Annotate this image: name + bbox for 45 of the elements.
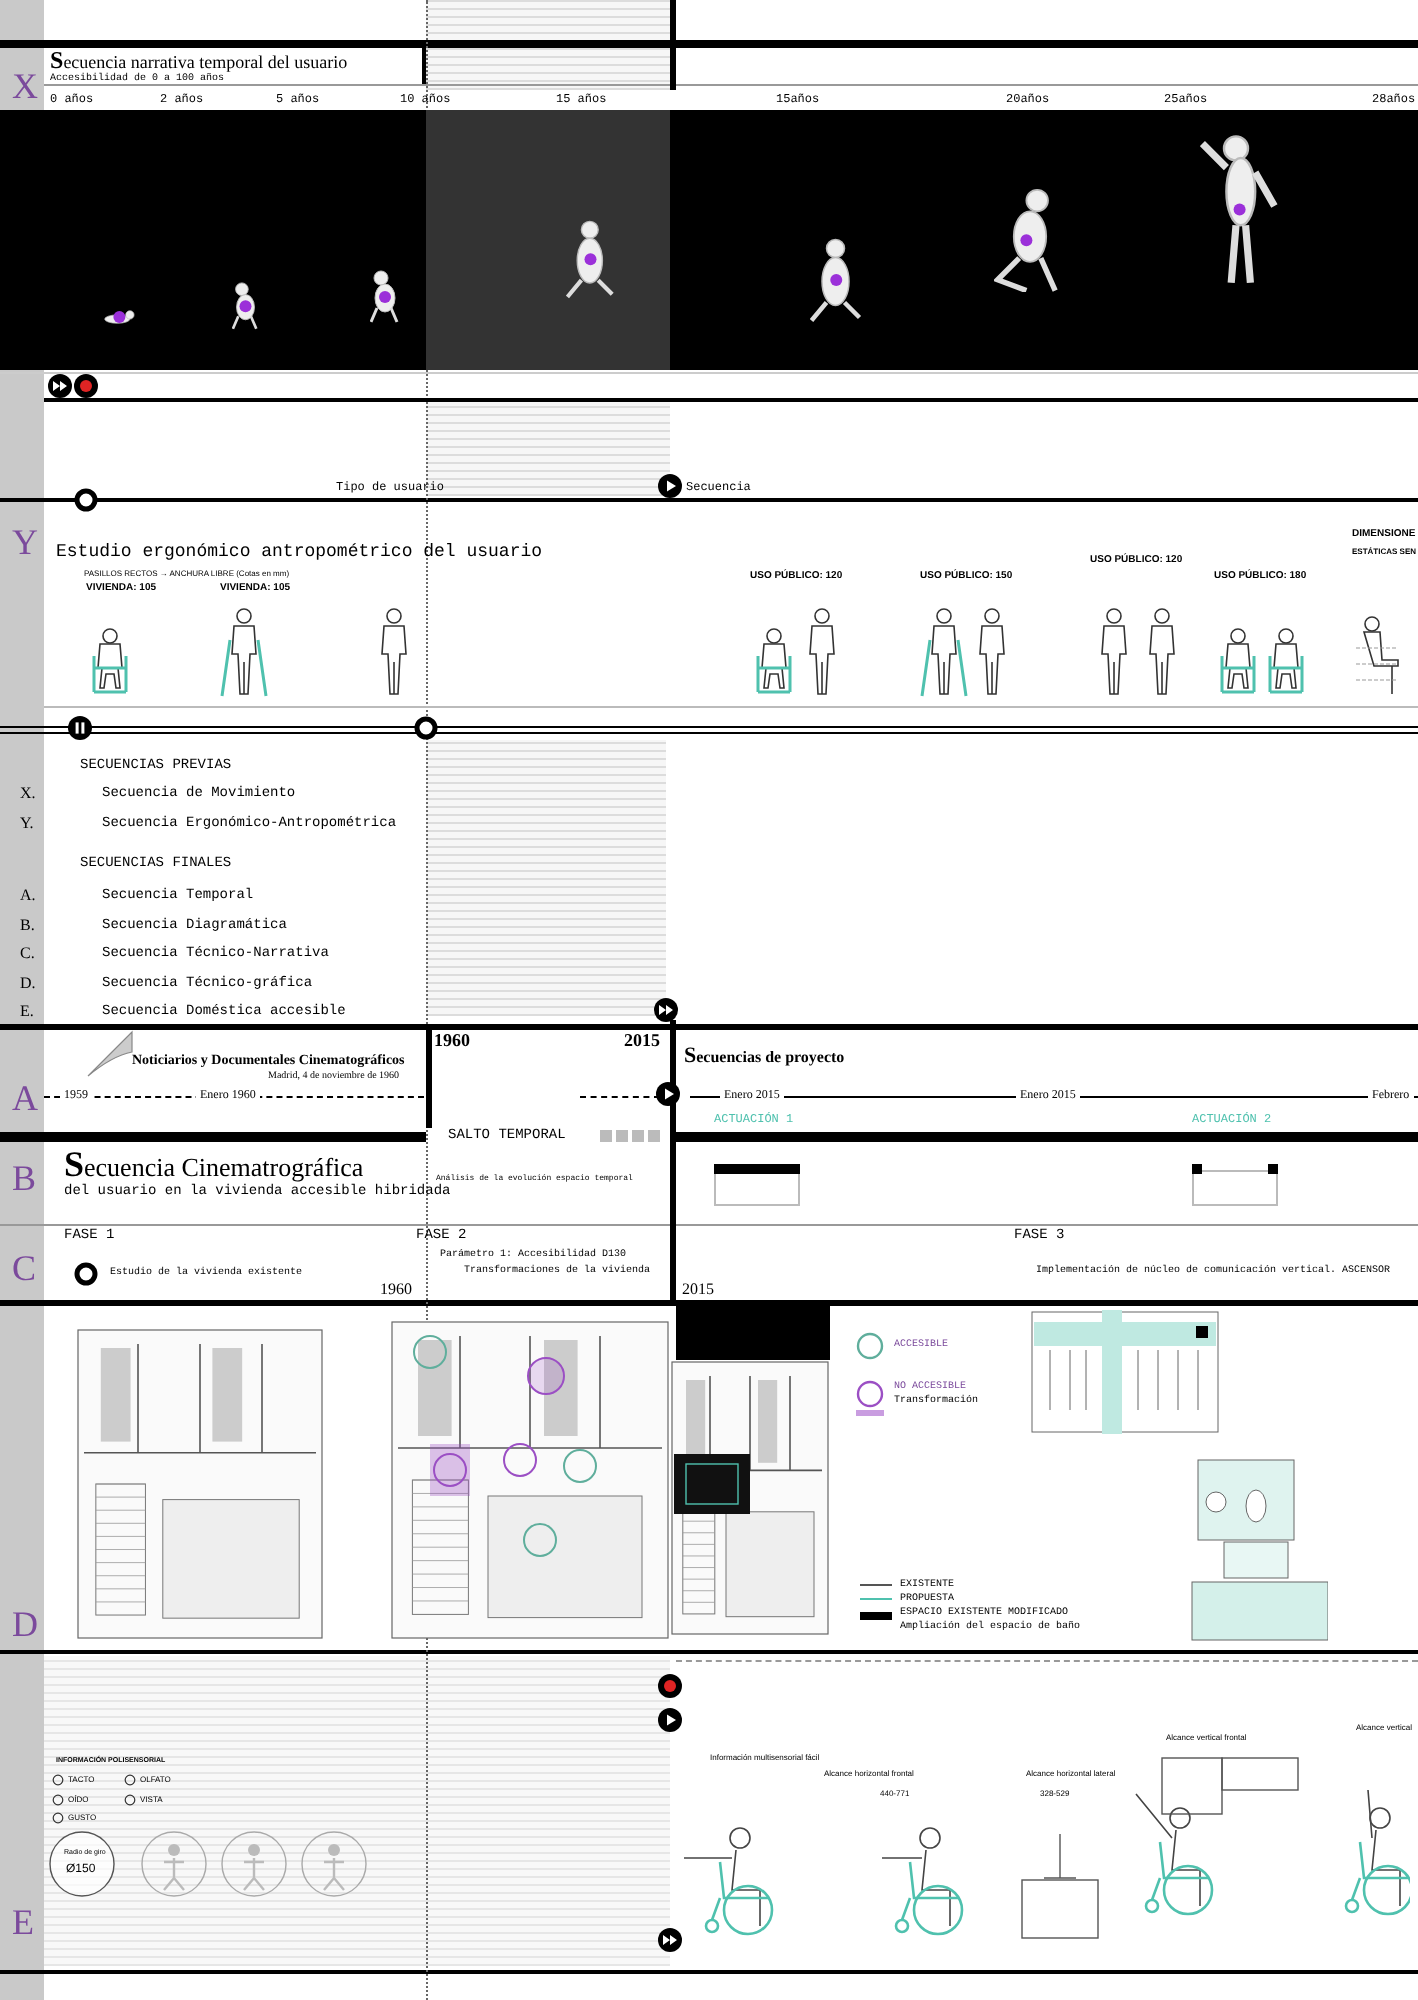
list-letter: Y. [20,816,34,832]
module-diagram [1192,1164,1278,1206]
human-figure-drawing [809,238,863,322]
row-letter: X [12,68,38,104]
list-letter: E. [20,1004,34,1020]
list-letter: D. [20,975,36,991]
list-letter: B. [20,917,35,933]
legend-swatch [856,1410,884,1416]
cabinet-drawing [1160,1756,1300,1816]
list-letter: C. [20,946,35,962]
section-title: Estudio ergonómico antropométrico del usuario [56,544,543,562]
row-letter: D [12,1606,38,1642]
row-letter: B [12,1160,37,1196]
play-icon [658,1708,682,1732]
list-letter: X. [20,786,36,802]
page-curl-icon [84,1028,136,1080]
module-diagram [714,1164,800,1206]
section-title: Secuencia narrativa temporal del usuario [50,48,348,72]
section-title: Secuencia Cinematrográfica [64,1146,364,1182]
person-with-crutches-drawing [220,604,268,700]
person-with-crutches-drawing [920,604,968,700]
year-label: 2015 [624,1032,660,1050]
year-label: 1960 [380,1282,412,1298]
skip-icon [658,1928,682,1952]
turning-circle-drawing [48,1830,116,1898]
human-figure-drawing [565,220,615,300]
record-icon [658,1674,682,1698]
section-title: Secuencias de proyecto [684,1046,845,1068]
human-figure-drawing [104,309,136,323]
human-figure-drawing [369,269,399,323]
accessibility-icon [220,1830,288,1898]
accessibility-icon [140,1830,208,1898]
year-label: 1960 [434,1032,470,1050]
human-figure-drawing [993,187,1059,293]
row-letter: C [12,1250,37,1286]
ring-icon [74,1262,98,1286]
row-letter: E [12,1904,34,1940]
square-markers-drawing [600,1130,660,1142]
accessibility-icon [300,1830,368,1898]
row-letter: A [12,1080,38,1116]
row-letter: Y [12,524,38,560]
list-letter: A. [20,888,36,904]
counter-drawing [1020,1830,1100,1940]
year-label: 2015 [682,1282,714,1298]
human-figure-drawing [232,281,260,331]
